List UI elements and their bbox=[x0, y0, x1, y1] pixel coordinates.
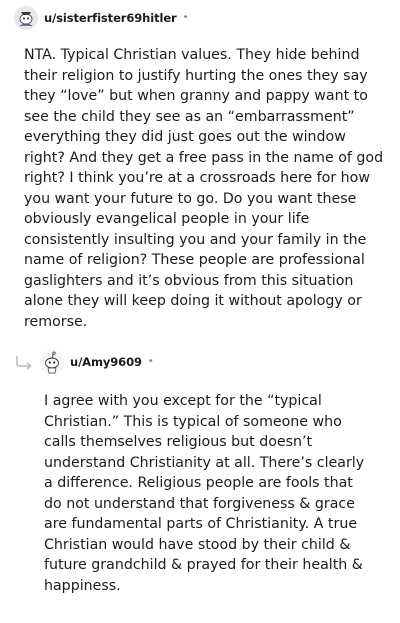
snoo-avatar-icon[interactable] bbox=[14, 6, 38, 30]
comment-top: u/sisterfister69hitler • NTA. Typical Ch… bbox=[14, 3, 386, 332]
comment-header: u/Amy9609 • bbox=[14, 347, 386, 377]
separator-dot: • bbox=[147, 356, 154, 367]
comment-header: u/sisterfister69hitler • bbox=[14, 3, 386, 33]
comment-reply: u/Amy9609 • I agree with you except for … bbox=[14, 347, 386, 596]
snoo-avatar-icon[interactable] bbox=[40, 350, 64, 374]
username[interactable]: u/sisterfister69hitler bbox=[44, 11, 177, 25]
comment-body: NTA. Typical Christian values. They hide… bbox=[24, 47, 384, 330]
reply-arrow-icon bbox=[16, 356, 32, 370]
comment-body: I agree with you except for the “typical… bbox=[44, 393, 365, 594]
username[interactable]: u/Amy9609 bbox=[70, 355, 142, 369]
separator-dot: • bbox=[182, 12, 189, 23]
